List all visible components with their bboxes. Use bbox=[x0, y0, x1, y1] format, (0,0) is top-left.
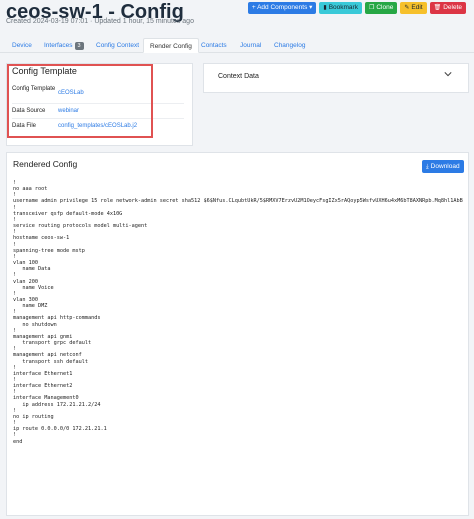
clone-icon: ❐ bbox=[368, 5, 375, 11]
edit-button[interactable]: ✎ Edit bbox=[400, 2, 427, 14]
download-icon: ⤓ bbox=[426, 163, 429, 170]
page-subtitle: Created 2024-03-19 07:01 · Updated 1 hou… bbox=[6, 18, 194, 25]
interfaces-count-badge: 3 bbox=[74, 42, 84, 50]
clone-label: Clone bbox=[376, 4, 394, 11]
bookmark-icon: ▮ bbox=[323, 5, 327, 11]
tab-interfaces[interactable]: Interfaces 3 bbox=[38, 38, 90, 53]
bookmark-button[interactable]: ▮ Bookmark bbox=[319, 2, 362, 14]
download-button[interactable]: ⤓ Download bbox=[422, 160, 464, 173]
chevron-down-icon[interactable] bbox=[444, 70, 452, 78]
bookmark-label: Bookmark bbox=[328, 4, 358, 11]
edit-label: Edit bbox=[411, 4, 423, 11]
context-data-title: Context Data bbox=[218, 73, 259, 80]
clone-button[interactable]: ❐ Clone bbox=[364, 2, 398, 14]
trash-icon: 🗑 bbox=[433, 5, 442, 11]
delete-label: Delete bbox=[443, 4, 462, 11]
tab-contacts[interactable]: Contacts bbox=[195, 38, 233, 53]
rendered-config-title: Rendered Config bbox=[13, 159, 78, 169]
highlight-box bbox=[7, 64, 153, 138]
download-label: Download bbox=[430, 162, 460, 170]
add-components-button[interactable]: + Add Components ▾ bbox=[247, 2, 317, 14]
tab-render-config[interactable]: Render Config bbox=[143, 38, 199, 53]
action-buttons: + Add Components ▾ ▮ Bookmark ❐ Clone ✎ Edi… bbox=[247, 2, 466, 14]
rendered-config-text: ! no aaa root ! username admin privilege… bbox=[13, 180, 463, 445]
add-components-label: + Add Components ▾ bbox=[251, 4, 313, 11]
pencil-icon: ✎ bbox=[404, 5, 410, 11]
tab-device[interactable]: Device bbox=[6, 38, 38, 53]
tab-bar: Device Interfaces 3 Config Context Render… bbox=[0, 36, 474, 53]
tab-config-context[interactable]: Config Context bbox=[90, 38, 145, 53]
delete-button[interactable]: 🗑 Delete bbox=[429, 2, 466, 14]
tab-interfaces-label: Interfaces bbox=[44, 42, 73, 49]
tab-changelog[interactable]: Changelog bbox=[268, 38, 311, 53]
tab-journal[interactable]: Journal bbox=[234, 38, 267, 53]
